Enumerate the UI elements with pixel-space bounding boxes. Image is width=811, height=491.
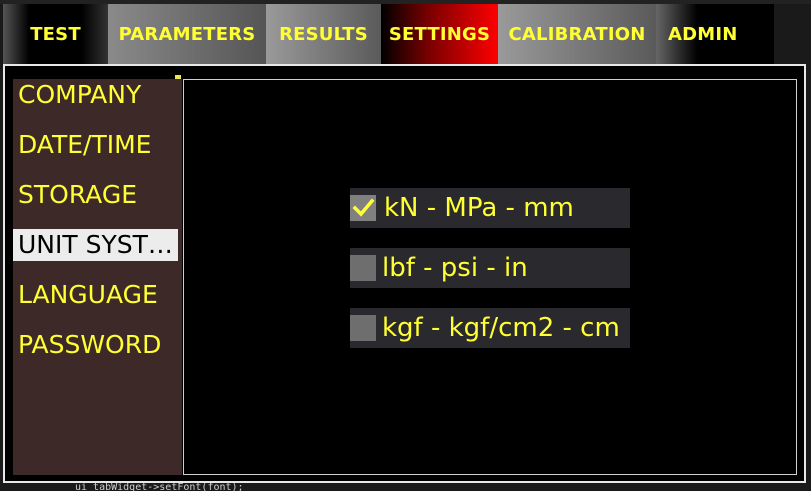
panel-corner-marker [175, 75, 181, 79]
main-tab-bar: TEST PARAMETERS RESULTS SETTINGS CALIBRA… [3, 4, 774, 64]
tab-parameters[interactable]: PARAMETERS [108, 4, 266, 64]
tab-test[interactable]: TEST [3, 4, 108, 64]
tab-results[interactable]: RESULTS [266, 4, 381, 64]
unit-label-lbf-psi-in: lbf - psi - in [382, 253, 528, 283]
sidebar-item-language[interactable]: LANGUAGE [13, 279, 178, 311]
sidebar-item-password[interactable]: PASSWORD [13, 329, 178, 361]
settings-sidebar: COMPANY DATE/TIME STORAGE UNIT SYST… LAN… [13, 79, 182, 475]
unit-checkbox-kn-mpa-mm[interactable] [350, 195, 376, 221]
sidebar-item-company[interactable]: COMPANY [13, 79, 178, 111]
sidebar-item-storage[interactable]: STORAGE [13, 179, 178, 211]
settings-panel: COMPANY DATE/TIME STORAGE UNIT SYST… LAN… [3, 64, 806, 483]
unit-option-lbf-psi-in[interactable]: lbf - psi - in [350, 248, 630, 288]
unit-label-kn-mpa-mm: kN - MPa - mm [384, 193, 574, 223]
tab-calibration[interactable]: CALIBRATION [498, 4, 656, 64]
unit-checkbox-kgf-kgfcm2-cm[interactable] [350, 315, 376, 341]
unit-option-kn-mpa-mm[interactable]: kN - MPa - mm [350, 188, 630, 228]
unit-label-kgf-kgfcm2-cm: kgf - kgf/cm2 - cm [382, 313, 620, 343]
background-code-text: ui_tabWidget->setFont(font); [75, 483, 244, 491]
tab-admin[interactable]: ADMIN [656, 4, 774, 64]
sidebar-item-unit-system[interactable]: UNIT SYST… [13, 229, 178, 261]
check-icon [352, 198, 375, 217]
unit-checkbox-lbf-psi-in[interactable] [350, 255, 376, 281]
sidebar-item-date-time[interactable]: DATE/TIME [13, 129, 178, 161]
unit-option-kgf-kgfcm2-cm[interactable]: kgf - kgf/cm2 - cm [350, 308, 630, 348]
tab-settings[interactable]: SETTINGS [381, 4, 498, 64]
unit-system-content: kN - MPa - mm lbf - psi - in kgf - kgf/c… [183, 79, 797, 475]
